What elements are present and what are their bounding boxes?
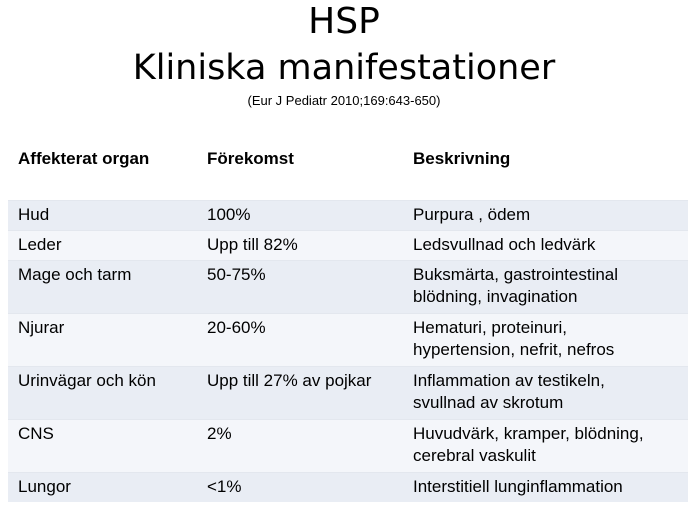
table-row: Lungor <1% Interstitiell lunginflammation bbox=[8, 472, 688, 502]
table-row: Urinvägar och kön Upp till 27% av pojkar I… bbox=[8, 366, 688, 420]
cell-frequency: 20-60% bbox=[207, 318, 266, 337]
table-row: Hud 100% Purpura , ödem bbox=[8, 200, 688, 231]
description-line: cerebral vaskulit bbox=[413, 446, 536, 465]
table-row: CNS 2% Huvudvärk, kramper, blödning, cerebr… bbox=[8, 419, 688, 473]
description-line: Purpura , ödem bbox=[413, 205, 531, 224]
cell-description: Purpura , ödem bbox=[413, 204, 688, 226]
description-line: hypertension, nefrit, nefros bbox=[413, 340, 615, 359]
cell-frequency: Upp till 82% bbox=[207, 235, 298, 254]
cell-frequency: 50-75% bbox=[207, 265, 266, 284]
cell-description: Ledsvullnad och ledvärk bbox=[413, 234, 688, 256]
description-line: Ledsvullnad och ledvärk bbox=[413, 235, 596, 254]
cell-frequency: 100% bbox=[207, 205, 251, 224]
header-description: Beskrivning bbox=[413, 149, 511, 168]
page-subtitle: Kliniska manifestationer bbox=[132, 48, 556, 88]
page-title: HSP bbox=[308, 1, 380, 42]
cell-organ: CNS bbox=[18, 424, 54, 443]
cell-organ: Leder bbox=[18, 235, 62, 254]
table-row: Leder Upp till 82% Ledsvullnad och ledvärk bbox=[8, 230, 688, 261]
description-line: Hematuri, proteinuri, bbox=[413, 318, 568, 337]
cell-frequency: <1% bbox=[207, 477, 242, 496]
cell-organ: Lungor bbox=[18, 477, 71, 496]
table-row: Njurar 20-60% Hematuri, proteinuri, hyperte… bbox=[8, 313, 688, 367]
description-line: Inflammation av testikeln, bbox=[413, 371, 605, 390]
cell-organ: Urinvägar och kön bbox=[18, 371, 156, 390]
citation: (Eur J Pediatr 2010;169:643-650) bbox=[247, 93, 441, 108]
description-line: Interstitiell lunginflammation bbox=[413, 477, 623, 496]
table-header-row: Affekterat organ Förekomst Beskrivning bbox=[8, 138, 688, 200]
table-row: Mage och tarm 50-75% Buksmärta, gastrointe… bbox=[8, 260, 688, 314]
description-line: svullnad av skrotum bbox=[413, 393, 564, 412]
cell-description: Hematuri, proteinuri, hypertension, nefri… bbox=[413, 317, 688, 361]
cell-organ: Hud bbox=[18, 205, 50, 224]
description-line: Huvudvärk, kramper, blödning, bbox=[413, 424, 644, 443]
cell-description: Interstitiell lunginflammation bbox=[413, 476, 688, 498]
cell-description: Huvudvärk, kramper, blödning, cerebral va… bbox=[413, 423, 688, 467]
cell-frequency: 2% bbox=[207, 424, 232, 443]
cell-description: Inflammation av testikeln, svullnad av sk… bbox=[413, 370, 688, 414]
cell-frequency: Upp till 27% av pojkar bbox=[207, 371, 372, 390]
header-frequency: Förekomst bbox=[207, 149, 294, 168]
description-line: blödning, invagination bbox=[413, 287, 578, 306]
cell-organ: Mage och tarm bbox=[18, 265, 132, 284]
cell-organ: Njurar bbox=[18, 318, 65, 337]
header-organ: Affekterat organ bbox=[18, 149, 150, 168]
description-line: Buksmärta, gastrointestinal bbox=[413, 265, 619, 284]
cell-description: Buksmärta, gastrointestinal blödning, inv… bbox=[413, 264, 688, 308]
